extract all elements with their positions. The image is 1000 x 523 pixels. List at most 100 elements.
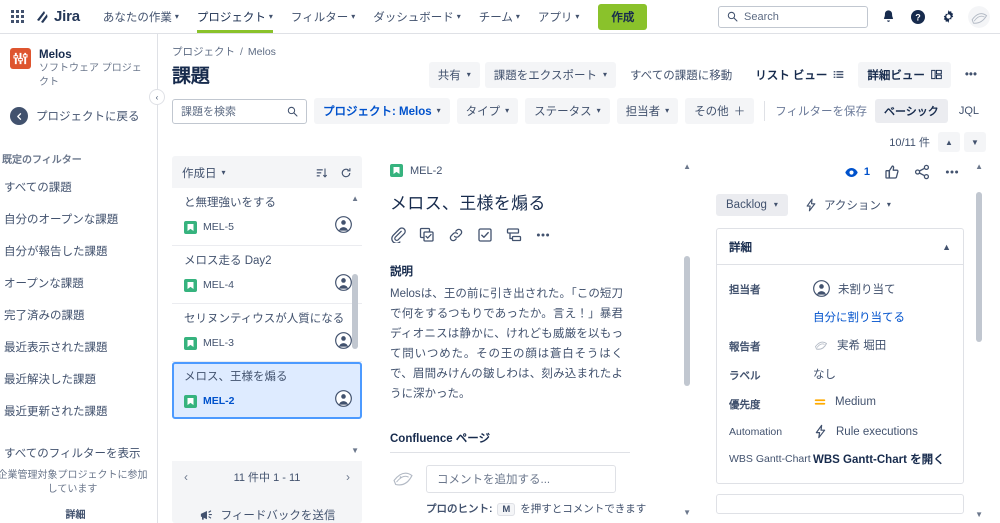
scroll-down-icon[interactable]: ▼ [683, 508, 691, 517]
back-to-project-button[interactable]: プロジェクトに戻る [0, 98, 157, 134]
sidebar-item-viewed-recently[interactable]: 最近表示された課題 [0, 331, 157, 363]
nav-item-filters[interactable]: フィルター ▾ [282, 0, 364, 33]
assignee-avatar[interactable] [335, 216, 352, 238]
more-actions-button[interactable] [944, 164, 960, 180]
help-icon[interactable]: ? [908, 7, 928, 27]
field-value[interactable]: 実希 堀田 [813, 337, 886, 353]
field-label: 優先度 [729, 399, 761, 411]
nav-item-teams[interactable]: チーム ▾ [470, 0, 529, 33]
field-value[interactable]: なし [813, 366, 836, 382]
save-filter-button[interactable]: フィルターを保存 [775, 103, 867, 119]
sort-order-icon[interactable] [316, 167, 328, 179]
assignee-avatar[interactable] [335, 274, 352, 296]
sidebar-item-my-open-issues[interactable]: 自分のオープンな課題 [0, 203, 157, 235]
actions-dropdown[interactable]: アクション ▾ [804, 197, 891, 213]
breadcrumb-projects[interactable]: プロジェクト [172, 44, 235, 59]
priority-value: Medium [835, 396, 876, 408]
filter-chip-type[interactable]: タイプ ▾ [456, 98, 519, 124]
scroll-down-icon[interactable]: ▼ [351, 446, 359, 455]
detail-view-button[interactable]: 詳細ビュー [858, 61, 951, 88]
refresh-icon[interactable] [340, 167, 352, 179]
more-icon[interactable] [535, 227, 551, 243]
app-switcher-icon[interactable] [6, 6, 28, 28]
settings-gear-icon[interactable] [938, 7, 958, 27]
pagination-prev-button[interactable]: ‹ [184, 470, 188, 484]
profile-avatar[interactable] [968, 5, 990, 28]
sidebar-item-reported-by-me[interactable]: 自分が報告した課題 [0, 235, 157, 267]
add-comment-input[interactable]: コメントを追加する... [426, 465, 616, 493]
issue-list-item[interactable]: メロス走る Day2 MEL-4 [172, 246, 362, 304]
scroll-up-icon[interactable]: ▲ [351, 194, 359, 203]
nav-item-projects[interactable]: プロジェクト ▾ [188, 0, 282, 33]
field-value[interactable]: WBS Gantt-Chart を開く [813, 451, 945, 467]
chevron-up-icon[interactable]: ▲ [942, 242, 951, 252]
scroll-thumb[interactable] [684, 256, 690, 386]
field-value[interactable]: 未割り当て 自分に割り当てる [813, 280, 951, 325]
watch-button[interactable]: 1 [844, 165, 870, 180]
filter-chip-status[interactable]: ステータス ▾ [525, 98, 610, 124]
more-actions-button[interactable]: ••• [956, 64, 986, 86]
nav-item-your-work[interactable]: あなたの作業 ▾ [94, 0, 188, 33]
nav-item-apps[interactable]: アプリ ▾ [529, 0, 589, 33]
export-issues-button[interactable]: 課題をエクスポート ▾ [484, 61, 616, 88]
issue-list-item-selected[interactable]: メロス、王様を煽る MEL-2 [172, 362, 362, 419]
issue-key[interactable]: MEL-2 [410, 165, 442, 177]
like-button[interactable] [884, 164, 900, 180]
breadcrumb-melos[interactable]: Melos [248, 46, 276, 58]
pagination-next-button[interactable]: › [346, 470, 350, 484]
nav-item-dashboards[interactable]: ダッシュボード ▾ [364, 0, 470, 33]
sidebar-item-resolved-recently[interactable]: 最近解決した課題 [0, 363, 157, 395]
create-button[interactable]: 作成 [598, 3, 648, 30]
details-card-header[interactable]: 詳細 ▲ [717, 229, 963, 265]
field-value[interactable]: Rule executions [813, 424, 918, 439]
share-button[interactable] [914, 164, 930, 180]
filter-chip-more[interactable]: その他 ＋ [685, 98, 755, 124]
assignee-avatar[interactable] [335, 332, 352, 354]
sidebar-footer-learn-more[interactable]: 詳細 [0, 497, 151, 521]
global-search-input[interactable]: Search [718, 5, 868, 28]
sidebar-item-open-issues[interactable]: オープンな課題 [0, 267, 157, 299]
sidebar-collapse-icon[interactable]: ‹ [149, 89, 165, 105]
filter-chip-assignee[interactable]: 担当者 ▾ [616, 98, 679, 124]
sidebar-item-view-all-filters[interactable]: すべてのフィルターを表示 [0, 437, 157, 469]
details-card-body: 担当者 未割り当て 自分に割り当てる 報告者 実希 堀田 ラベル なし 優先度 … [717, 265, 963, 483]
child-issue-icon[interactable] [419, 227, 435, 243]
assignee-avatar[interactable] [335, 390, 352, 412]
field-value[interactable]: Medium [813, 395, 876, 409]
checklist-icon[interactable] [477, 227, 493, 243]
scroll-down-icon[interactable]: ▼ [975, 510, 983, 519]
sidebar-item-updated-recently[interactable]: 最近更新された課題 [0, 395, 157, 427]
notifications-icon[interactable] [878, 7, 898, 27]
project-header[interactable]: Melos ソフトウェア プロジェクト [0, 44, 157, 92]
filter-mode-basic[interactable]: ベーシック [875, 99, 948, 123]
issue-title[interactable]: メロス、王様を煽る [390, 189, 698, 214]
scroll-thumb[interactable] [352, 274, 358, 349]
issue-list-item[interactable]: セリヌンティウスが人質になる MEL-3 [172, 304, 362, 362]
scroll-up-icon[interactable]: ▲ [683, 162, 691, 171]
filter-mode-jql[interactable]: JQL [952, 101, 986, 121]
subtask-icon[interactable] [506, 227, 522, 243]
status-dropdown[interactable]: Backlog ▾ [716, 194, 788, 216]
issue-list-scrollbar[interactable]: ▲ ▼ [351, 194, 360, 455]
next-issue-button[interactable]: ▼ [964, 132, 986, 152]
jira-logo[interactable]: Jira [34, 8, 80, 25]
list-view-button[interactable]: リスト ビュー [746, 62, 853, 88]
right-panel-scrollbar[interactable]: ▲ ▼ [975, 162, 983, 519]
previous-issue-button[interactable]: ▲ [938, 132, 960, 152]
scroll-thumb[interactable] [976, 192, 982, 342]
share-button[interactable]: 共有 ▾ [428, 61, 480, 88]
assign-to-me-link[interactable]: 自分に割り当てる [813, 309, 905, 325]
goto-all-issues-button[interactable]: すべての課題に移動 [621, 62, 741, 88]
issue-list-item[interactable]: と無理強いをする MEL-5 [172, 188, 362, 246]
attach-icon[interactable] [390, 227, 406, 243]
filter-chip-project[interactable]: プロジェクト: Melos ▾ [314, 98, 450, 124]
detail-scrollbar[interactable]: ▲ ▼ [683, 162, 691, 517]
issue-search-input[interactable]: 課題を検索 [172, 98, 307, 124]
sort-by-dropdown[interactable]: 作成日 ▾ [182, 165, 226, 181]
sidebar-item-done-issues[interactable]: 完了済みの課題 [0, 299, 157, 331]
sidebar-item-all-issues[interactable]: すべての課題 [0, 171, 157, 203]
chevron-down-icon: ▾ [268, 11, 273, 21]
link-icon[interactable] [448, 227, 464, 243]
send-feedback-button[interactable]: フィードバックを送信 [172, 493, 362, 523]
scroll-up-icon[interactable]: ▲ [975, 162, 983, 171]
